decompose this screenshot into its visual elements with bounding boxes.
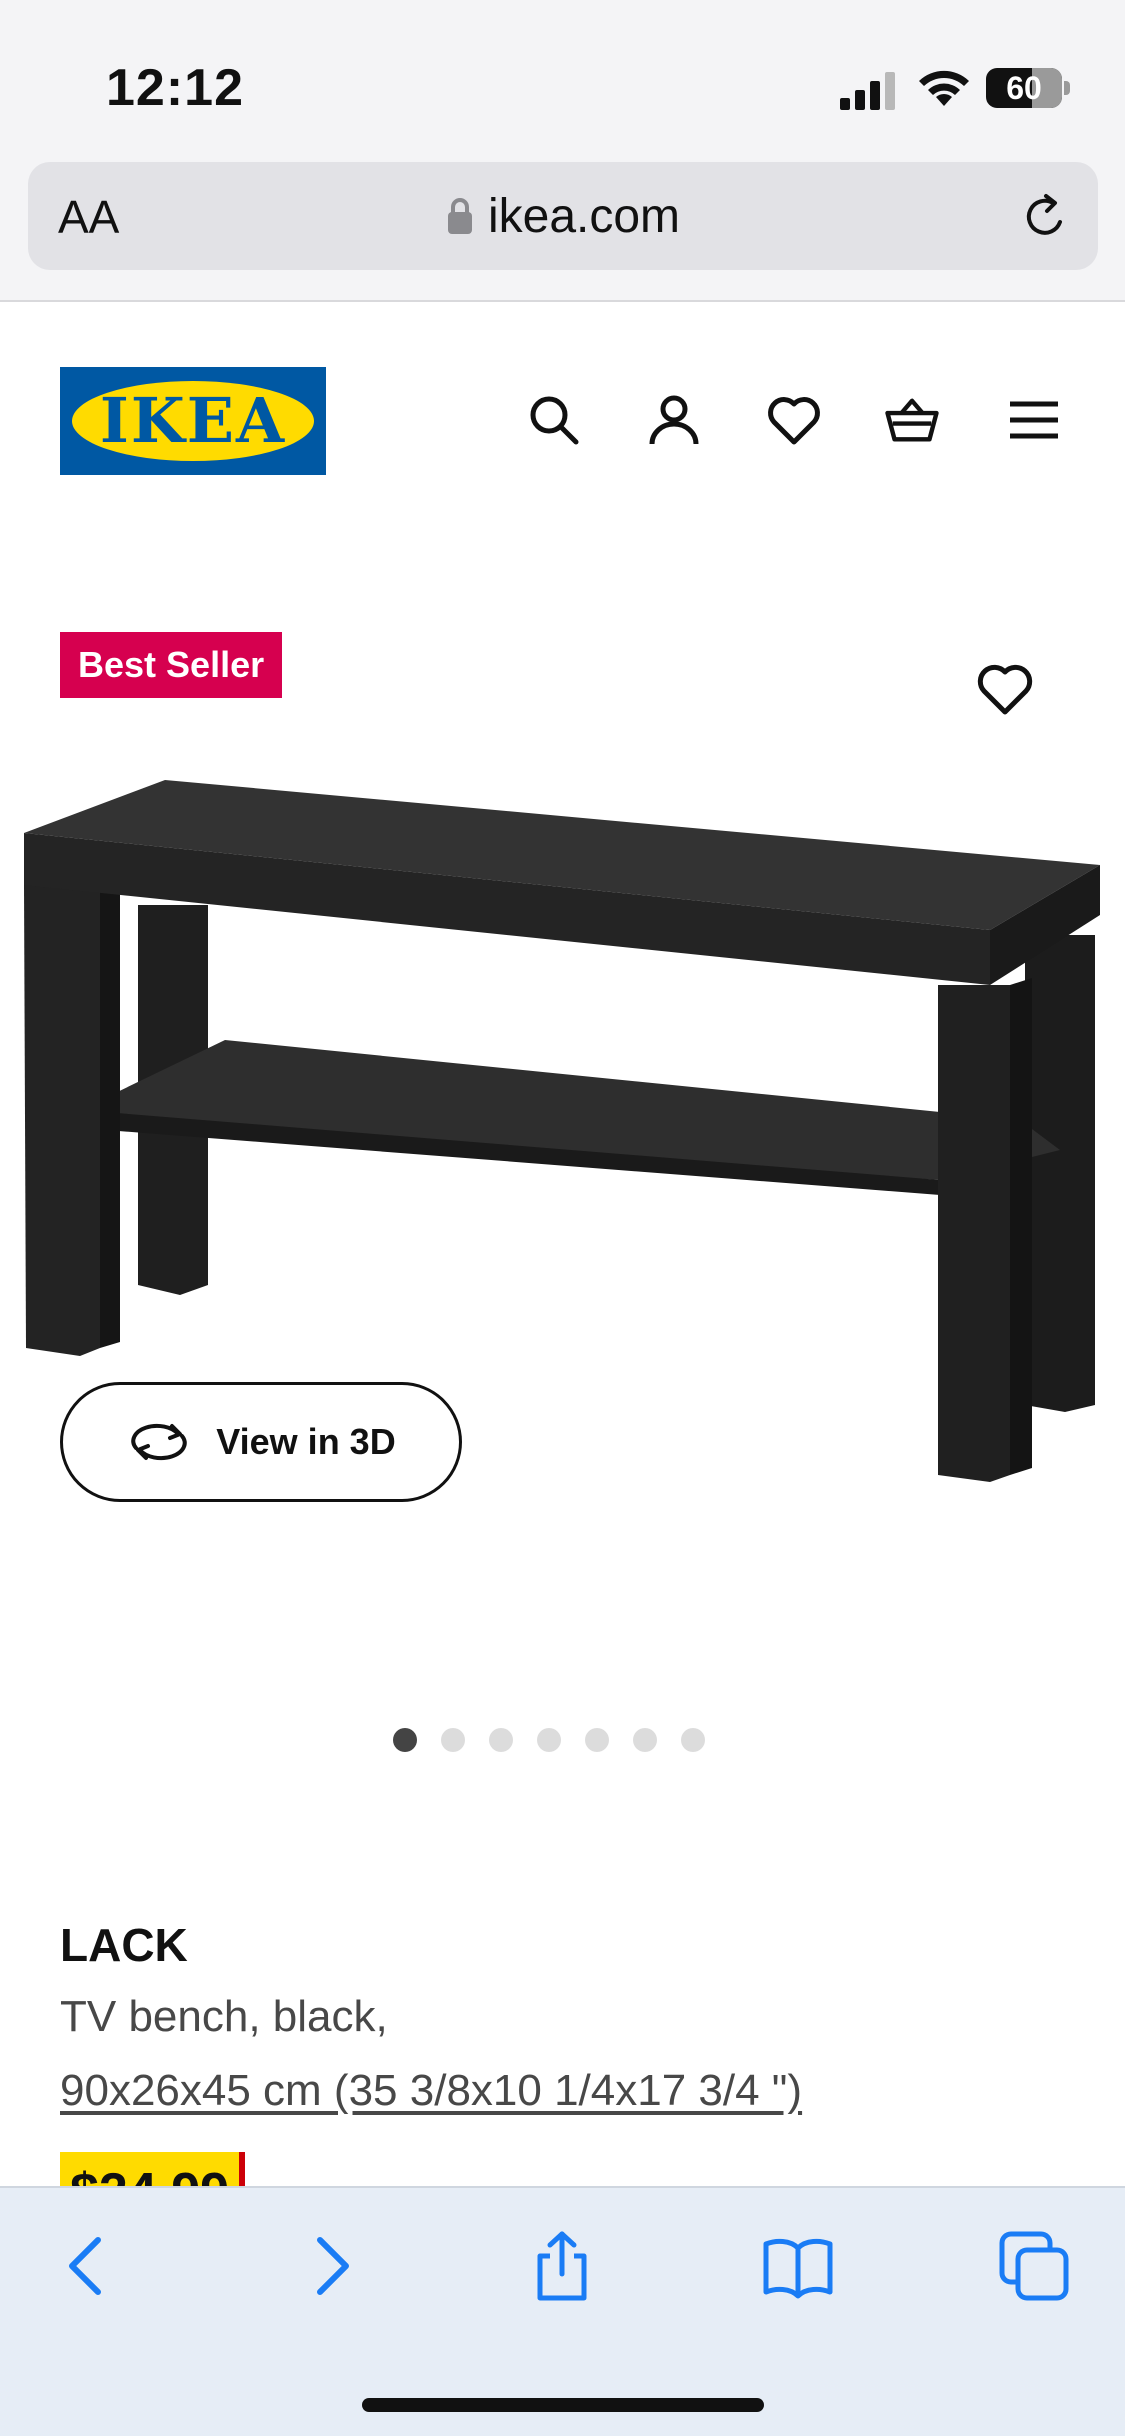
tabs-icon[interactable] bbox=[998, 2230, 1070, 2302]
logo-text: IKEA bbox=[99, 384, 287, 457]
home-indicator[interactable] bbox=[362, 2398, 764, 2412]
site-header: IKEA bbox=[0, 302, 1125, 538]
view-in-3d-label: View in 3D bbox=[216, 1421, 396, 1462]
view-in-3d-button[interactable]: View in 3D bbox=[60, 1382, 462, 1502]
share-icon[interactable] bbox=[526, 2230, 598, 2302]
cart-icon[interactable] bbox=[884, 392, 940, 448]
account-icon[interactable] bbox=[646, 392, 702, 448]
carousel-dot[interactable] bbox=[440, 1728, 465, 1752]
status-time: 12:12 bbox=[106, 59, 244, 117]
battery-icon: 60 bbox=[986, 68, 1070, 108]
search-icon[interactable] bbox=[526, 392, 582, 448]
reload-icon[interactable] bbox=[1020, 192, 1070, 242]
forward-icon[interactable] bbox=[294, 2230, 366, 2302]
back-icon[interactable] bbox=[52, 2230, 124, 2302]
carousel-dot[interactable] bbox=[584, 1728, 609, 1752]
rotate-3d-icon bbox=[131, 1423, 187, 1461]
carousel-dot[interactable] bbox=[536, 1728, 561, 1752]
battery-level: 60 bbox=[1006, 70, 1042, 106]
url-field[interactable]: ikea.com bbox=[28, 162, 1098, 270]
lock-icon bbox=[447, 198, 472, 234]
product-description: TV bench, black, bbox=[60, 1992, 388, 2041]
cellular-signal-icon bbox=[840, 72, 895, 110]
carousel-dot[interactable] bbox=[680, 1728, 705, 1752]
favorites-icon[interactable] bbox=[766, 392, 822, 448]
bookmarks-icon[interactable] bbox=[762, 2230, 834, 2302]
product-dimensions-link[interactable]: 90x26x45 cm (35 3/8x10 1/4x17 3/4 ") bbox=[60, 2066, 802, 2116]
browser-address-area: AA ikea.com bbox=[0, 140, 1125, 302]
carousel-dot[interactable] bbox=[392, 1728, 417, 1752]
status-bar: 12:12 60 bbox=[0, 0, 1125, 160]
carousel-dot[interactable] bbox=[632, 1728, 657, 1752]
wifi-icon bbox=[919, 70, 969, 106]
image-carousel-indicator bbox=[0, 1728, 1125, 1752]
add-to-favorites-icon[interactable] bbox=[975, 660, 1035, 716]
ikea-logo[interactable]: IKEA bbox=[60, 367, 326, 475]
url-text: ikea.com bbox=[487, 189, 681, 243]
carousel-dot[interactable] bbox=[488, 1728, 513, 1752]
menu-icon[interactable] bbox=[1006, 392, 1062, 448]
product-name: LACK bbox=[60, 1919, 188, 1971]
best-seller-badge: Best Seller bbox=[60, 632, 283, 698]
address-bar[interactable]: AA ikea.com bbox=[28, 162, 1098, 270]
